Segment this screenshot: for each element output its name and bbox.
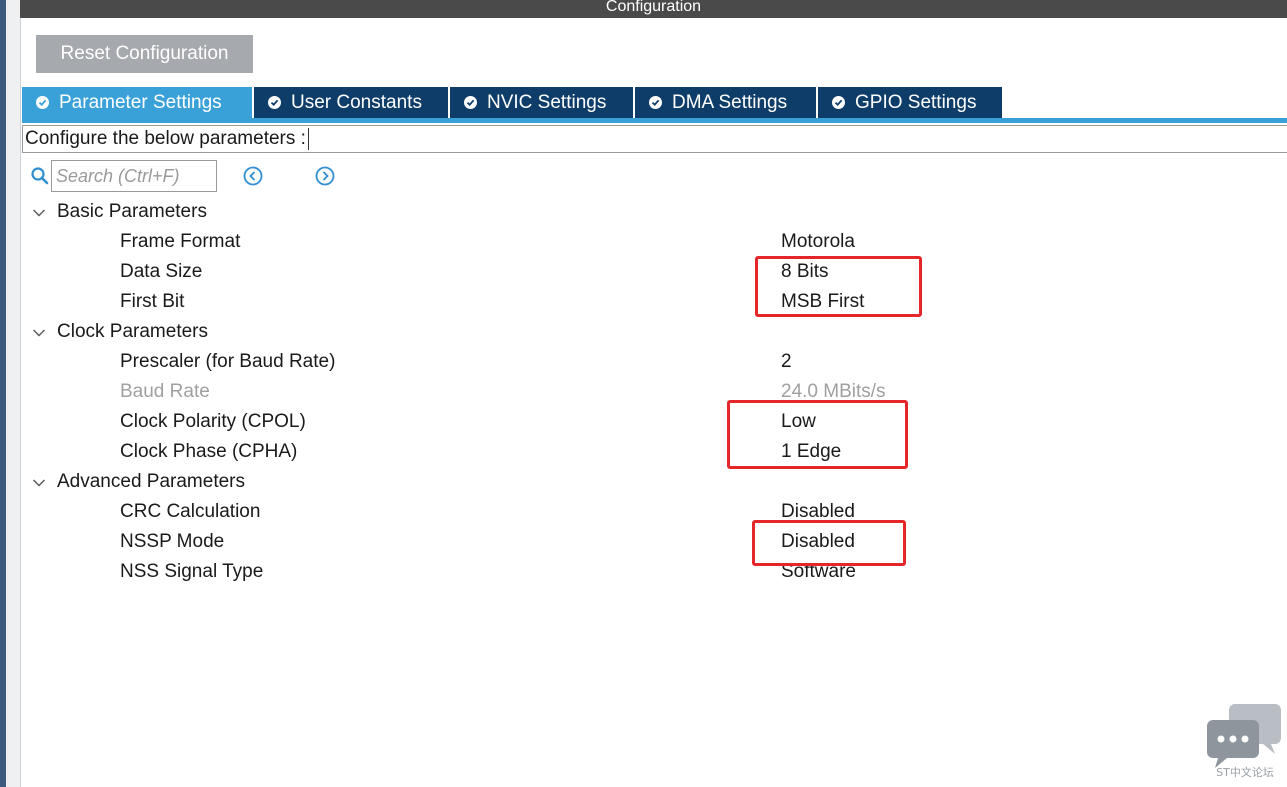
tab-user-constants[interactable]: User Constants bbox=[254, 87, 450, 118]
watermark-text: ST中文论坛 bbox=[1216, 766, 1274, 779]
param-row-nssp-mode[interactable]: NSSP Mode Disabled bbox=[0, 528, 1287, 558]
tab-parameter-settings[interactable]: Parameter Settings bbox=[22, 87, 254, 118]
param-label: First Bit bbox=[120, 291, 185, 312]
tab-label: User Constants bbox=[291, 91, 422, 113]
param-row-prescaler[interactable]: Prescaler (for Baud Rate) 2 bbox=[0, 348, 1287, 378]
tab-bar: Parameter Settings User Constants NVIC S… bbox=[22, 87, 1004, 118]
param-row-nss-signal-type[interactable]: NSS Signal Type Software bbox=[0, 558, 1287, 588]
param-label: Data Size bbox=[120, 261, 203, 282]
chevron-down-icon[interactable] bbox=[32, 206, 46, 220]
tab-nvic-settings[interactable]: NVIC Settings bbox=[450, 87, 635, 118]
highlight-box-data-size-first-bit bbox=[755, 256, 922, 317]
tab-label: Parameter Settings bbox=[59, 91, 222, 113]
param-label: NSSP Mode bbox=[120, 531, 225, 552]
search-icon[interactable] bbox=[30, 166, 50, 186]
highlight-box-clock-polarity-phase bbox=[727, 400, 908, 469]
param-label: Baud Rate bbox=[120, 381, 210, 402]
previous-match-icon[interactable] bbox=[243, 166, 263, 186]
param-label: Prescaler (for Baud Rate) bbox=[120, 351, 336, 372]
check-circle-icon bbox=[649, 96, 662, 109]
group-label: Basic Parameters bbox=[57, 201, 207, 222]
param-row-frame-format[interactable]: Frame Format Motorola bbox=[0, 228, 1287, 258]
check-circle-icon bbox=[36, 96, 49, 109]
tab-label: GPIO Settings bbox=[855, 91, 977, 113]
param-value[interactable]: Motorola bbox=[781, 231, 855, 253]
tab-label: NVIC Settings bbox=[487, 91, 607, 113]
group-clock-parameters[interactable]: Clock Parameters bbox=[0, 318, 1287, 348]
tab-gpio-settings[interactable]: GPIO Settings bbox=[818, 87, 1004, 118]
panel-title: Configuration bbox=[20, 0, 1287, 18]
param-row-data-size[interactable]: Data Size 8 Bits bbox=[0, 258, 1287, 288]
group-label: Clock Parameters bbox=[57, 321, 208, 342]
group-basic-parameters[interactable]: Basic Parameters bbox=[0, 198, 1287, 228]
chevron-down-icon[interactable] bbox=[32, 476, 46, 490]
param-value[interactable]: 2 bbox=[781, 351, 792, 373]
param-row-baud-rate: Baud Rate 24.0 MBits/s bbox=[0, 378, 1287, 408]
tab-label: DMA Settings bbox=[672, 91, 788, 113]
check-circle-icon bbox=[464, 96, 477, 109]
hint-text: Configure the below parameters : bbox=[25, 128, 306, 149]
tab-underline bbox=[22, 118, 1287, 123]
check-circle-icon bbox=[268, 96, 281, 109]
param-row-clock-polarity[interactable]: Clock Polarity (CPOL) Low bbox=[0, 408, 1287, 438]
param-label: Clock Polarity (CPOL) bbox=[120, 411, 306, 432]
param-label: Frame Format bbox=[120, 231, 241, 252]
param-row-clock-phase[interactable]: Clock Phase (CPHA) 1 Edge bbox=[0, 438, 1287, 468]
search-input[interactable] bbox=[51, 160, 217, 192]
param-label: NSS Signal Type bbox=[120, 561, 264, 582]
check-circle-icon bbox=[832, 96, 845, 109]
group-label: Advanced Parameters bbox=[57, 471, 245, 492]
tab-dma-settings[interactable]: DMA Settings bbox=[635, 87, 818, 118]
reset-configuration-button[interactable]: Reset Configuration bbox=[36, 35, 253, 73]
highlight-box-nssp-mode bbox=[752, 520, 906, 566]
group-advanced-parameters[interactable]: Advanced Parameters bbox=[0, 468, 1287, 498]
chevron-down-icon[interactable] bbox=[32, 326, 46, 340]
param-label: CRC Calculation bbox=[120, 501, 261, 522]
next-match-icon[interactable] bbox=[315, 166, 335, 186]
param-row-crc-calculation[interactable]: CRC Calculation Disabled bbox=[0, 498, 1287, 528]
param-row-first-bit[interactable]: First Bit MSB First bbox=[0, 288, 1287, 318]
parameters-hint: Configure the below parameters : bbox=[22, 125, 1287, 153]
text-cursor bbox=[307, 127, 309, 150]
param-label: Clock Phase (CPHA) bbox=[120, 441, 298, 462]
